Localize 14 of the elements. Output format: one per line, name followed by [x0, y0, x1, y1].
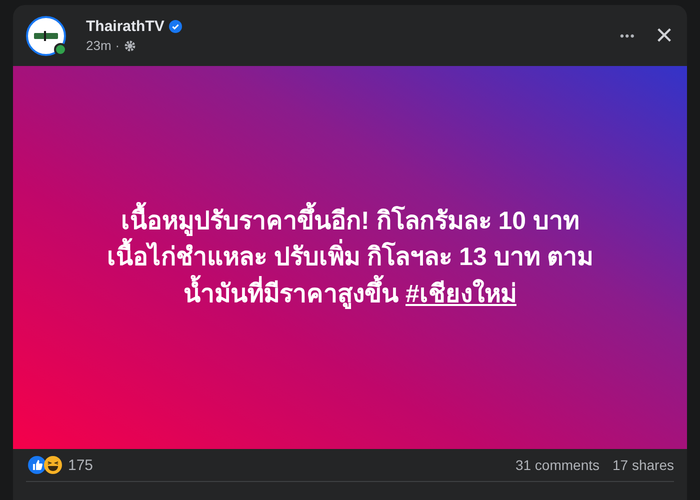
post-image-text: เนื้อหมูปรับราคาขึ้นอีก! กิโลกรัมละ 10 บาท เนื้อไก่ชำแหละ ปรับเพิ่ม กิโลฯละ 13 บาท ตาม น้ำมันที่มีราคาสูงขึ้น #เชียงใหม่ [87, 203, 613, 312]
post-time[interactable]: 23m [86, 38, 112, 53]
laughing-reaction-icon [44, 456, 62, 474]
close-button[interactable]: × [655, 20, 673, 50]
hashtag-link[interactable]: #เชียงใหม่ [406, 280, 516, 308]
separator-dot: · [115, 38, 120, 53]
logo-avatar-icon[interactable] [26, 16, 66, 56]
settings-icon [124, 40, 136, 52]
more-options-button[interactable]: ••• [620, 28, 636, 42]
shares-count-link[interactable]: 17 shares [612, 457, 674, 473]
author-name[interactable]: ThairathTV [86, 18, 164, 35]
like-reaction-icon [28, 456, 46, 474]
comments-count-link[interactable]: 31 comments [515, 457, 600, 473]
reaction-count[interactable]: 175 [68, 456, 94, 474]
